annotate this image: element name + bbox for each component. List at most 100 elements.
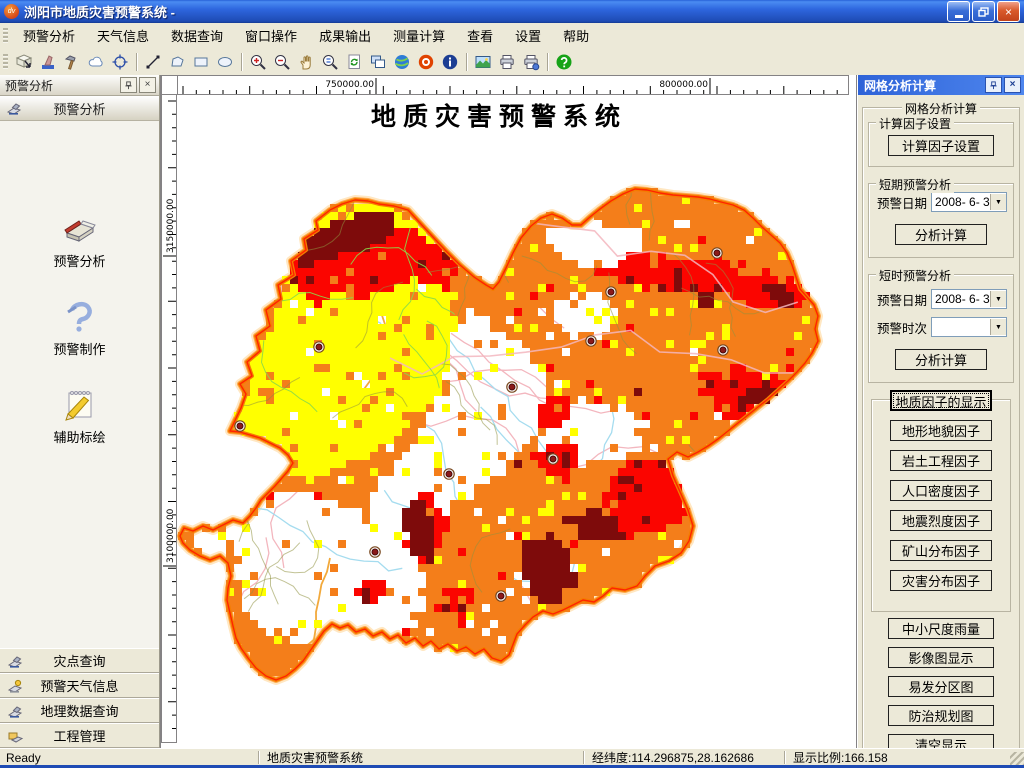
nav-item-warning-production[interactable]: 预警制作 [0, 296, 159, 358]
cascade-windows-icon[interactable] [367, 51, 389, 73]
minimize-button[interactable] [947, 1, 970, 22]
help-icon[interactable] [553, 51, 575, 73]
accordion-item-geographic-data-query[interactable]: 地理数据查询 [0, 698, 159, 723]
menu-item-view[interactable]: 查看 [456, 27, 504, 46]
short-time-analysis-calc-button[interactable]: 分析计算 [895, 349, 987, 370]
ellipse-tool-icon[interactable] [214, 51, 236, 73]
chevron-down-icon[interactable]: ▼ [990, 291, 1006, 307]
left-panel-pin-button[interactable] [120, 77, 137, 93]
info-icon[interactable] [439, 51, 461, 73]
cloud-icon[interactable] [85, 51, 107, 73]
map-canvas[interactable]: 750000.00 800000.00 3150000.00 3100000.00 [161, 75, 856, 744]
warning-time-label: 预警时次 [877, 321, 928, 336]
line-tool-icon[interactable] [142, 51, 164, 73]
restore-icon [978, 6, 989, 17]
hammer-icon[interactable] [61, 51, 83, 73]
nav-item-label: 预警分析 [53, 254, 106, 269]
zoom-in-icon[interactable] [247, 51, 269, 73]
accordion-header-label: 预警分析 [53, 101, 106, 117]
short-term-analysis-calc-button[interactable]: 分析计算 [895, 224, 987, 245]
geotech-factor-button[interactable]: 岩土工程因子 [890, 450, 992, 471]
zoom-out-icon[interactable] [271, 51, 293, 73]
app-icon: dv [4, 4, 19, 19]
warning-time-combo[interactable]: ▼ [931, 317, 1007, 337]
menu-item-settings[interactable]: 设置 [504, 27, 552, 46]
menu-bar: 预警分析 天气信息 数据查询 窗口操作 成果输出 测量计算 查看 设置 帮助 [0, 23, 1024, 49]
polygon-tool-icon[interactable] [166, 51, 188, 73]
imagery-display-button[interactable]: 影像图显示 [888, 647, 994, 668]
menu-grip[interactable] [3, 27, 8, 44]
nav-item-warning-analysis[interactable]: 预警分析 [0, 208, 159, 270]
toolbar-grip[interactable] [3, 53, 8, 70]
print-setup-icon[interactable] [520, 51, 542, 73]
close-icon: × [1009, 79, 1016, 90]
warning-date-combo[interactable]: 2008- 6- 3 ▼ [931, 192, 1007, 212]
rectangle-tool-icon[interactable] [190, 51, 212, 73]
refresh-doc-icon[interactable] [343, 51, 365, 73]
select-map-icon[interactable] [13, 51, 35, 73]
population-density-factor-button[interactable]: 人口密度因子 [890, 480, 992, 501]
stop-icon[interactable] [415, 51, 437, 73]
menu-item-measure-calc[interactable]: 测量计算 [382, 27, 456, 46]
close-icon: × [144, 79, 151, 90]
map-title: 地质灾害预警系统 [370, 102, 628, 131]
menu-item-data-query[interactable]: 数据查询 [160, 27, 234, 46]
menu-item-weather-info[interactable]: 天气信息 [86, 27, 160, 46]
nav-item-auxiliary-plotting[interactable]: 辅助标绘 [0, 384, 159, 446]
menu-item-warning-analysis[interactable]: 预警分析 [12, 27, 86, 46]
print-icon[interactable] [496, 51, 518, 73]
status-coordinates: 经纬度:114.296875,28.162686 [592, 751, 754, 765]
pan-hand-icon[interactable] [295, 51, 317, 73]
chevron-down-icon[interactable]: ▼ [990, 194, 1006, 210]
short-time-warning-group-label: 短时预警分析 [876, 267, 955, 284]
accordion-item-warning-weather-info[interactable]: 预警天气信息 [0, 673, 159, 698]
right-panel-title: 网格分析计算 [864, 78, 937, 93]
crosshair-icon[interactable] [109, 51, 131, 73]
calc-factor-settings-button[interactable]: 计算因子设置 [888, 135, 994, 156]
toolbar-separator [547, 52, 548, 71]
nav-item-label: 预警制作 [53, 342, 106, 357]
right-panel-pin-button[interactable] [985, 77, 1002, 93]
calc-factor-group-label: 计算因子设置 [876, 115, 955, 132]
accordion-item-project-management[interactable]: 工程管理 [0, 723, 159, 748]
accordion-item-disaster-point-query[interactable]: 灾点查询 [0, 648, 159, 673]
terrain-landform-factor-button[interactable]: 地形地貌因子 [890, 420, 992, 441]
image-map-icon[interactable] [472, 51, 494, 73]
short-time-date-value: 2008- 6- 3 [935, 292, 990, 306]
map-document: 750000.00 800000.00 3150000.00 3100000.00 地… [160, 75, 857, 748]
globe-icon[interactable] [391, 51, 413, 73]
geology-factor-display-button[interactable]: 地质因子的显示 [890, 390, 992, 411]
close-button[interactable]: × [997, 1, 1020, 22]
accordion-item-label: 工程管理 [53, 729, 106, 744]
left-panel-title: 预警分析 [5, 78, 54, 93]
warning-analysis-header-icon [6, 100, 22, 116]
chevron-down-icon[interactable]: ▼ [990, 319, 1006, 335]
left-panel-close-button[interactable]: × [139, 77, 156, 93]
accordion-header-warning-analysis[interactable]: 预警分析 [0, 96, 159, 121]
panel-weather-icon [6, 678, 24, 694]
panel-project-icon [6, 728, 24, 744]
restore-button[interactable] [972, 1, 995, 22]
prevention-plan-map-button[interactable]: 防治规划图 [888, 705, 994, 726]
factor-buttons-group: 地质因子的显示 地形地貌因子 岩土工程因子 人口密度因子 地震烈度因子 矿山分布因子 灾害分… [871, 390, 1011, 612]
right-panel-close-button[interactable]: × [1004, 77, 1021, 93]
svg-text:3150000.00: 3150000.00 [166, 198, 176, 253]
resize-grip[interactable] [1010, 752, 1024, 766]
menu-item-window-operation[interactable]: 窗口操作 [234, 27, 308, 46]
small-medium-rainfall-button[interactable]: 中小尺度雨量 [888, 618, 994, 639]
short-term-warning-group-label: 短期预警分析 [876, 176, 955, 193]
disaster-distribution-factor-button[interactable]: 灾害分布因子 [890, 570, 992, 591]
grid-analysis-group: 网格分析计算 计算因子设置 计算因子设置 短期预警分析 预警日期 2008- 6… [862, 100, 1020, 768]
menu-item-result-output[interactable]: 成果输出 [308, 27, 382, 46]
susceptibility-zoning-map-button[interactable]: 易发分区图 [888, 676, 994, 697]
short-time-date-combo[interactable]: 2008- 6- 3 ▼ [931, 289, 1007, 309]
zoom-extent-icon[interactable] [319, 51, 341, 73]
menu-item-help[interactable]: 帮助 [552, 27, 600, 46]
paintbrush-icon[interactable] [37, 51, 59, 73]
window-title: 浏阳市地质灾害预警系统 - [24, 5, 175, 20]
mine-distribution-factor-button[interactable]: 矿山分布因子 [890, 540, 992, 561]
nav-item-label: 辅助标绘 [53, 430, 106, 445]
seismic-intensity-factor-button[interactable]: 地震烈度因子 [890, 510, 992, 531]
calc-factor-group: 计算因子设置 计算因子设置 [868, 115, 1014, 167]
left-panel-title-bar: 预警分析 × [0, 75, 159, 96]
